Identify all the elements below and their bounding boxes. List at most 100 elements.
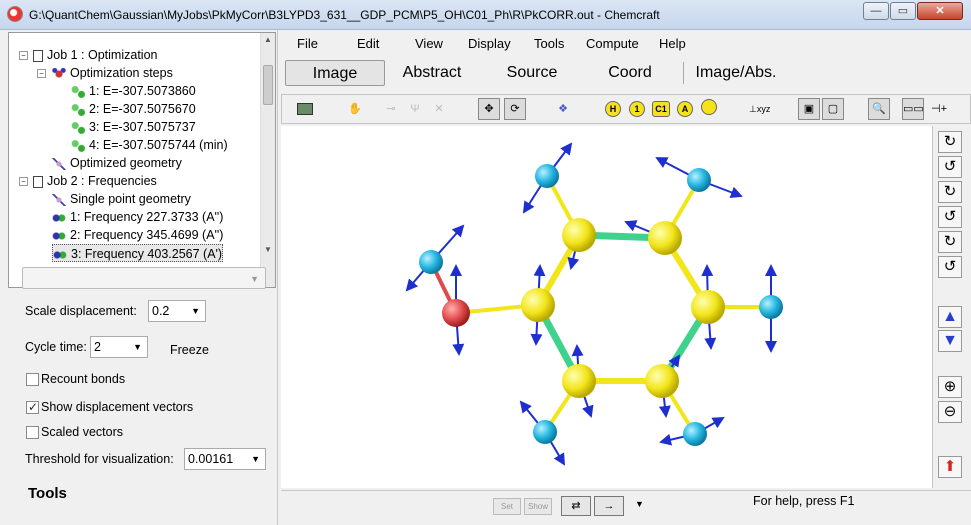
job-tree[interactable]: − Job 1 : Optimization − Optimization st… [8,32,276,288]
label-a-button[interactable]: A [674,98,696,120]
set-button[interactable]: Set [493,498,521,515]
tree-scrollbar[interactable]: ▲ ▼ [260,33,275,287]
rotate-y-ccw-button[interactable]: ↺ [938,206,962,228]
rotate-toggle-button[interactable]: ⟳ [504,98,526,120]
arrow-down-icon: ▼ [942,332,958,349]
tree-item-frequency-3[interactable]: 3: Frequency 403.2567 (A') [52,244,224,262]
show-button[interactable]: Show [524,498,552,515]
zoom-lens-button[interactable]: 🔍 [868,98,890,120]
chevron-down-icon[interactable]: ▼ [635,499,644,509]
threshold-select[interactable]: 0.00161 ▼ [184,448,266,470]
tree-item-step-3[interactable]: 3: E=-307.5075737 [71,118,196,136]
carbon-atom [645,364,679,398]
fit-button[interactable]: ✥ [478,98,500,120]
chevron-down-icon: ▼ [250,274,259,284]
scale-displacement-select[interactable]: 0.2 ▼ [148,300,206,322]
menu-view[interactable]: View [415,36,443,51]
tree-item-step-4[interactable]: 4: E=-307.5075744 (min) [71,136,228,154]
rotate-x-cw-button[interactable]: ↻ [938,131,962,153]
tree-item-frequency-2[interactable]: 2: Frequency 345.4699 (A'') [52,226,223,244]
vector-mode-2-button[interactable]: → [594,496,624,516]
label-h-button[interactable]: H [602,98,624,120]
recount-bonds-label: Recount bonds [41,372,126,386]
geometry-icon [52,157,66,170]
hydrogen-atom [683,422,707,446]
box-view-button[interactable]: ▣ [798,98,820,120]
rotate-x-ccw-button[interactable]: ↺ [938,156,962,178]
menu-tools[interactable]: Tools [534,36,564,51]
tree-item-optimized-geometry[interactable]: Optimized geometry [52,154,182,172]
tab-abstract[interactable]: Abstract [393,60,471,86]
cube-icon: ▣ [803,103,815,115]
move-down-button[interactable]: ▼ [938,330,962,352]
hydrogen-atom [419,250,443,274]
label-sphere-button[interactable] [698,98,720,120]
tab-image[interactable]: Image [285,60,385,86]
rotate-z-ccw-button[interactable]: ↺ [938,256,962,278]
scaled-vectors-checkbox[interactable] [26,426,39,439]
scroll-down-icon[interactable]: ▼ [264,245,272,254]
menu-display[interactable]: Display [468,36,511,51]
axes-icon: ⊥xyz [749,104,771,114]
menu-edit[interactable]: Edit [357,36,379,51]
menu-compute[interactable]: Compute [586,36,639,51]
close-button[interactable]: ✕ [917,2,963,20]
tree-item-step-2[interactable]: 2: E=-307.5075670 [71,100,196,118]
maximize-button[interactable]: ▭ [890,2,916,20]
axes-button[interactable]: ⊥xyz [748,98,770,120]
show-vectors-checkbox[interactable] [26,400,39,414]
dihedral-tool-button[interactable]: ✕ [428,98,450,120]
frame-view-button[interactable]: ▢ [822,98,844,120]
show-vectors-label: Show displacement vectors [41,400,194,414]
vector-mode-1-button[interactable]: ⇄ [561,496,591,516]
scroll-up-icon[interactable]: ▲ [264,35,272,44]
tab-separator [683,62,684,84]
collapse-job2-icon[interactable]: − [19,177,28,186]
rotate-icon: ↻ [943,183,957,200]
cycle-time-select[interactable]: 2 ▼ [90,336,148,358]
cursor-select-button[interactable]: ✋ [344,98,366,120]
tree-item-job1[interactable]: Job 1 : Optimization [33,46,157,64]
menu-file[interactable]: File [297,36,318,51]
tab-source[interactable]: Source [497,60,567,86]
molecule-viewport[interactable] [281,126,932,488]
tree-item-single-point[interactable]: Single point geometry [52,190,191,208]
collapse-optsteps-icon[interactable]: − [37,69,46,78]
rotate-y-cw-button[interactable]: ↻ [938,181,962,203]
label-c1-button[interactable]: C1 [650,98,672,120]
stereo-button[interactable]: ▭▭ [902,98,924,120]
red-up-button[interactable]: ⬆ [938,456,962,478]
bond-tool-button[interactable]: ⊸ [380,98,402,120]
menu-help[interactable]: Help [659,36,686,51]
tab-image-abs[interactable]: Image/Abs. [689,60,783,86]
add-measure-button[interactable]: ⊣+ [928,98,950,120]
hydrogen-atom [535,164,559,188]
zoom-out-button[interactable]: ⊖ [938,401,962,423]
angle-tool-button[interactable]: Ψ [404,98,426,120]
molecule-canvas[interactable] [281,126,932,488]
step-icon [71,103,85,116]
tab-coord[interactable]: Coord [599,60,661,86]
minimize-button[interactable]: — [863,2,889,20]
cycle-time-label: Cycle time: [25,340,87,354]
orbit-button[interactable]: ❖ [552,98,574,120]
zoom-in-button[interactable]: ⊕ [938,376,962,398]
chevron-down-icon: ▼ [191,306,200,316]
status-bar: Set Show ⇄ → ▼ For help, press F1 [281,490,971,525]
single-arrow-icon: → [603,500,615,512]
camera-button[interactable] [294,98,316,120]
scroll-thumb[interactable] [263,65,273,105]
rotate-z-cw-button[interactable]: ↻ [938,231,962,253]
chemcraft-app-icon [7,6,23,22]
mode-combo: ▼ [22,267,266,289]
label-number-button[interactable]: 1 [626,98,648,120]
tree-item-frequency-1[interactable]: 1: Frequency 227.3733 (A'') [52,208,223,226]
move-up-button[interactable]: ▲ [938,306,962,328]
tree-item-job2[interactable]: Job 2 : Frequencies [33,172,157,190]
freeze-button[interactable]: Freeze [170,343,209,357]
collapse-job1-icon[interactable]: − [19,51,28,60]
tree-item-optimization-steps[interactable]: Optimization steps [52,64,173,82]
recount-bonds-checkbox[interactable] [26,373,39,386]
tree-item-step-1[interactable]: 1: E=-307.5073860 [71,82,196,100]
threshold-label: Threshold for visualization: [25,452,174,466]
